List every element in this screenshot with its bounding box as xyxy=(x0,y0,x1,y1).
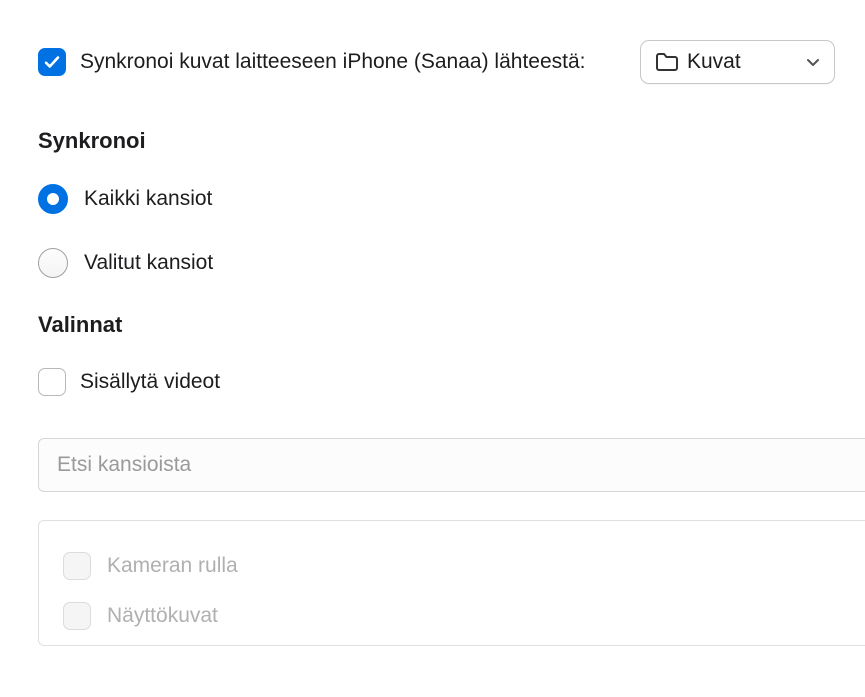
radio-selected-folders-label: Valitut kansiot xyxy=(84,251,213,275)
sync-photos-row: Synkronoi kuvat laitteeseen iPhone (Sana… xyxy=(38,40,865,84)
options-section: Valinnat Sisällytä videot xyxy=(38,312,865,396)
folder-checkbox-camera-roll[interactable] xyxy=(63,552,91,580)
folder-item-camera-roll[interactable]: Kameran rulla xyxy=(63,541,841,591)
radio-all-folders-label: Kaikki kansiot xyxy=(84,187,212,211)
sync-section-title: Synkronoi xyxy=(38,128,865,154)
folder-item-screenshots[interactable]: Näyttökuvat xyxy=(63,591,841,641)
search-folders-input[interactable] xyxy=(38,438,865,492)
sync-photos-checkbox[interactable] xyxy=(38,48,66,76)
radio-row-all-folders[interactable]: Kaikki kansiot xyxy=(38,184,865,214)
folder-icon xyxy=(655,52,679,72)
options-section-title: Valinnat xyxy=(38,312,865,338)
sync-photos-label: Synkronoi kuvat laitteeseen iPhone (Sana… xyxy=(80,50,586,74)
radio-all-folders[interactable] xyxy=(38,184,68,214)
include-videos-checkbox[interactable] xyxy=(38,368,66,396)
sync-radio-group: Kaikki kansiot Valitut kansiot xyxy=(38,184,865,278)
folder-label-camera-roll: Kameran rulla xyxy=(107,554,238,578)
chevron-down-icon xyxy=(806,55,820,69)
folder-checkbox-screenshots[interactable] xyxy=(63,602,91,630)
include-videos-row[interactable]: Sisällytä videot xyxy=(38,368,865,396)
radio-row-selected-folders[interactable]: Valitut kansiot xyxy=(38,248,865,278)
source-dropdown[interactable]: Kuvat xyxy=(640,40,835,84)
include-videos-label: Sisällytä videot xyxy=(80,370,220,394)
folder-list: Kameran rulla Näyttökuvat xyxy=(38,520,865,646)
radio-selected-folders[interactable] xyxy=(38,248,68,278)
folder-label-screenshots: Näyttökuvat xyxy=(107,604,218,628)
source-dropdown-value: Kuvat xyxy=(687,50,798,74)
checkmark-icon xyxy=(43,53,61,71)
